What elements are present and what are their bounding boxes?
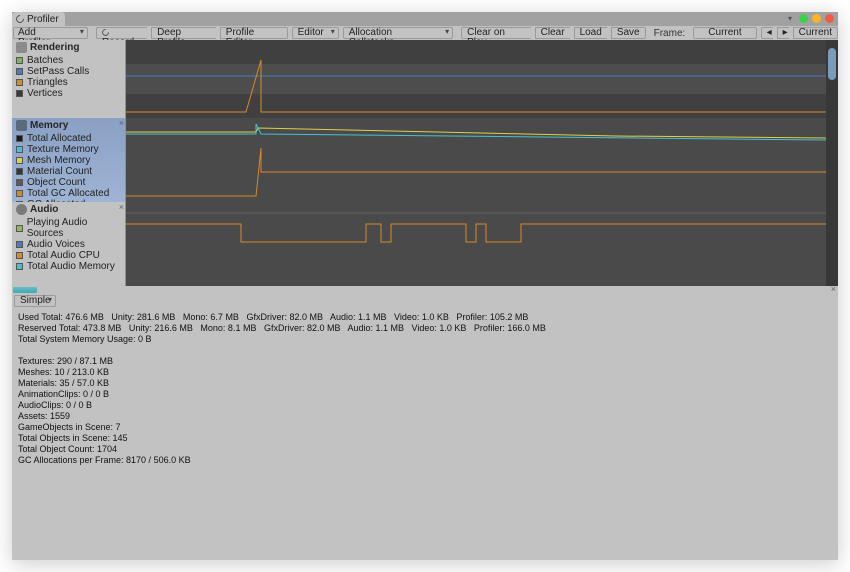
frame-prev-button[interactable]: ◂ — [761, 27, 773, 39]
detail-line: Meshes: 10 / 213.0 KB — [18, 367, 832, 378]
profiler-icon — [14, 13, 25, 24]
load-button[interactable]: Load — [574, 27, 607, 39]
legend-item[interactable]: Material Count — [16, 166, 121, 177]
module-memory: × Memory Total Allocated Texture Memory … — [12, 118, 838, 202]
legend-item[interactable]: Total GC Allocated — [16, 188, 121, 199]
detail-line: GameObjects in Scene: 7 — [18, 422, 832, 433]
detail-line: AudioClips: 0 / 0 B — [18, 400, 832, 411]
close-icon[interactable]: × — [119, 202, 124, 212]
window-menu-icon[interactable]: ▾ — [785, 14, 795, 23]
legend-item[interactable]: Texture Memory — [16, 144, 121, 155]
legend-item[interactable]: Total Audio CPU — [16, 250, 121, 261]
legend-item[interactable]: Triangles — [16, 77, 121, 88]
profiler-window: Profiler ▾ Add Profiler Record Deep Prof… — [12, 12, 838, 560]
add-profiler-dropdown[interactable]: Add Profiler — [13, 27, 88, 39]
clear-on-play-button[interactable]: Clear on Play — [461, 27, 531, 39]
audio-header: Audio — [16, 204, 121, 215]
legend-item[interactable]: Total Allocated — [16, 133, 121, 144]
record-button[interactable]: Record — [96, 27, 147, 39]
allocation-callstacks-dropdown[interactable]: Allocation Callstacks — [343, 27, 453, 39]
close-icon[interactable]: × — [831, 284, 836, 294]
detail-line: AnimationClips: 0 / 0 B — [18, 389, 832, 400]
splitter[interactable]: × — [12, 286, 838, 294]
rendering-chart[interactable] — [126, 40, 826, 118]
chart-scrollbar[interactable] — [826, 40, 838, 118]
legend-item[interactable]: SetPass Calls — [16, 66, 121, 77]
detail-mode-dropdown[interactable]: Simple — [14, 295, 56, 307]
detail-line: Materials: 35 / 57.0 KB — [18, 378, 832, 389]
memory-header: Memory — [16, 120, 121, 131]
profile-editor-button[interactable]: Profile Editor — [220, 27, 288, 39]
tab-profiler[interactable]: Profiler — [12, 12, 65, 26]
detail-line: Used Total: 476.6 MB Unity: 281.6 MB Mon… — [18, 312, 832, 323]
detail-line — [18, 345, 832, 356]
minimize-button[interactable] — [799, 14, 808, 23]
legend-item[interactable]: Vertices — [16, 88, 121, 99]
memory-icon — [16, 120, 27, 131]
audio-sidebar[interactable]: × Audio Playing Audio Sources Audio Voic… — [12, 202, 126, 286]
save-button[interactable]: Save — [611, 27, 646, 39]
detail-line: Total Objects in Scene: 145 — [18, 433, 832, 444]
frame-next-button[interactable]: ▸ — [777, 27, 789, 39]
module-audio: × Audio Playing Audio Sources Audio Voic… — [12, 202, 838, 286]
rendering-icon — [16, 42, 27, 53]
tab-label: Profiler — [27, 14, 59, 25]
scrollbar-thumb[interactable] — [828, 48, 836, 80]
rendering-header: Rendering — [16, 42, 121, 53]
close-icon[interactable]: × — [119, 118, 124, 128]
detail-line: Assets: 1559 — [18, 411, 832, 422]
memory-chart[interactable] — [126, 118, 826, 202]
module-rendering: Rendering Batches SetPass Calls Triangle… — [12, 40, 838, 118]
detail-line: GC Allocations per Frame: 8170 / 506.0 K… — [18, 455, 832, 466]
chart-scrollbar[interactable] — [826, 118, 838, 202]
memory-sidebar[interactable]: × Memory Total Allocated Texture Memory … — [12, 118, 126, 202]
legend-item[interactable]: Batches — [16, 55, 121, 66]
detail-panel: Used Total: 476.6 MB Unity: 281.6 MB Mon… — [12, 308, 838, 560]
window-buttons: ▾ — [785, 14, 834, 23]
chart-area: Rendering Batches SetPass Calls Triangle… — [12, 40, 838, 286]
close-button[interactable] — [825, 14, 834, 23]
detail-line: Total Object Count: 1704 — [18, 444, 832, 455]
frame-current-button[interactable]: Current — [793, 27, 838, 39]
record-icon — [100, 27, 110, 37]
legend-item[interactable]: Total Audio Memory — [16, 261, 121, 272]
audio-chart[interactable] — [126, 202, 826, 286]
frame-label: Frame: — [654, 28, 686, 39]
chart-scrollbar[interactable] — [826, 202, 838, 286]
clear-button[interactable]: Clear — [535, 27, 570, 39]
legend-item[interactable]: Playing Audio Sources — [16, 217, 121, 239]
legend-item[interactable]: Audio Voices — [16, 239, 121, 250]
audio-icon — [16, 204, 27, 215]
editor-dropdown[interactable]: Editor — [292, 27, 339, 39]
detail-line: Reserved Total: 473.8 MB Unity: 216.6 MB… — [18, 323, 832, 334]
legend-item[interactable]: Mesh Memory — [16, 155, 121, 166]
detail-toolbar: Simple — [12, 294, 838, 308]
splitter-handle[interactable] — [13, 287, 37, 293]
frame-value: Current — [693, 27, 756, 39]
legend-item[interactable]: Object Count — [16, 177, 121, 188]
deep-profile-button[interactable]: Deep Profile — [151, 27, 216, 39]
detail-line: Total System Memory Usage: 0 B — [18, 334, 832, 345]
toolbar: Add Profiler Record Deep Profile Profile… — [12, 26, 838, 40]
window-tabbar: Profiler ▾ — [12, 12, 838, 26]
maximize-button[interactable] — [812, 14, 821, 23]
rendering-sidebar[interactable]: Rendering Batches SetPass Calls Triangle… — [12, 40, 126, 118]
detail-line: Textures: 290 / 87.1 MB — [18, 356, 832, 367]
